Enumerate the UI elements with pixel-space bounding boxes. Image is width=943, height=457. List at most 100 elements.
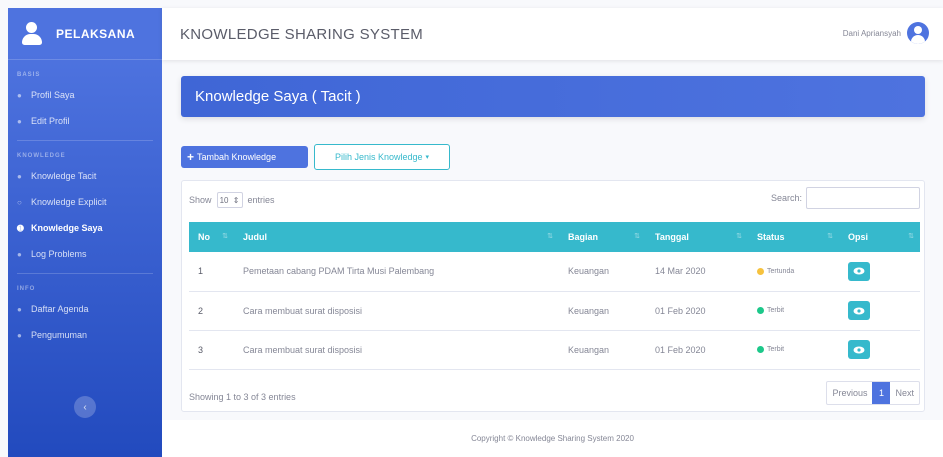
add-knowledge-button[interactable]: + Tambah Knowledge [181, 146, 308, 168]
status-badge: Terbit [757, 346, 839, 353]
view-button[interactable] [848, 340, 870, 359]
cell-status: Terbit [748, 330, 839, 369]
add-knowledge-label: Tambah Knowledge [197, 152, 277, 162]
table-row: 3 Cara membuat surat disposisi Keuangan … [189, 330, 920, 369]
sidebar-heading-basis: BASIS [17, 72, 41, 78]
caret-down-icon: ▾ [425, 154, 430, 161]
pagination: Previous 1 Next [826, 381, 920, 405]
cell-no: 2 [198, 305, 204, 316]
eye-icon [853, 267, 865, 275]
cell-no: 1 [198, 266, 204, 277]
sidebar-item-daftar-agenda[interactable]: ● Daftar Agenda [8, 296, 162, 322]
pagination-page-1[interactable]: 1 [872, 382, 891, 404]
knowledge-type-label: Pilih Jenis Knowledge [334, 152, 423, 162]
sidebar-heading-info: INFO [17, 286, 36, 292]
sidebar-item-label: Knowledge Tacit [31, 171, 97, 181]
clock-icon: ● [17, 304, 22, 314]
sidebar-divider [17, 273, 153, 274]
sort-icon: ⇅ [222, 233, 228, 240]
select-arrow-icon: ⇕ [232, 195, 240, 205]
cell-bagian: Keuangan [568, 305, 610, 316]
sidebar-item-log-problems[interactable]: ● Log Problems [8, 241, 162, 267]
table-header-row: No ⇅ Judul ⇅ Bagian ⇅ Tanggal ⇅ Status ⇅ Opsi… [189, 222, 920, 252]
sidebar-item-label: Knowledge Explicit [31, 197, 107, 207]
user-menu[interactable]: Dani Apriansyah [843, 22, 929, 44]
sidebar-item-knowledge-saya[interactable]: ➊ Knowledge Saya [8, 215, 162, 241]
info-circle-icon: ➊ [17, 223, 24, 233]
user-name: Dani Apriansyah [842, 28, 901, 38]
sidebar-item-pengumuman[interactable]: ● Pengumuman [8, 322, 162, 348]
entries-length-value: 10 [219, 195, 229, 205]
cell-no: 3 [198, 344, 204, 355]
pagination-previous-button[interactable]: Previous [827, 382, 872, 404]
view-button[interactable] [848, 261, 870, 281]
clock-icon: ● [17, 249, 22, 259]
table-search: Search: [771, 187, 920, 209]
sidebar-item-edit-profil[interactable]: ● Edit Profil [8, 108, 162, 134]
table-length-control: Show 10 ⇕ entries [189, 192, 275, 208]
sort-icon: ⇅ [908, 233, 914, 240]
sidebar-item-label: Knowledge Saya [31, 223, 103, 233]
sidebar: PELAKSANA BASIS ● Profil Saya ● Edit Pro… [8, 8, 162, 457]
user-circle-icon [907, 22, 929, 44]
cell-judul: Pemetaan cabang PDAM Tirta Musi Palemban… [243, 266, 435, 277]
table-row: 1 Pemetaan cabang PDAM Tirta Musi Palemb… [189, 252, 920, 291]
sort-icon: ⇅ [547, 233, 553, 240]
status-text: Tertunda [767, 267, 795, 275]
column-header-bagian[interactable]: Bagian ⇅ [559, 222, 646, 252]
page-title-text: Knowledge Saya ( Tacit ) [195, 88, 361, 105]
column-header-status[interactable]: Status ⇅ [748, 222, 839, 252]
sidebar-item-profil-saya[interactable]: ● Profil Saya [8, 82, 162, 108]
cell-judul: Cara membuat surat disposisi [243, 344, 363, 355]
plus-icon: + [187, 150, 195, 164]
entries-length-select[interactable]: 10 ⇕ [216, 192, 243, 208]
cell-tanggal: 01 Feb 2020 [655, 344, 706, 355]
status-badge: Terbit [757, 307, 839, 314]
column-header-no[interactable]: No ⇅ [189, 222, 234, 252]
cell-opsi [839, 252, 920, 291]
footer: Copyright © Knowledge Sharing System 202… [162, 420, 943, 457]
search-input[interactable] [806, 187, 920, 209]
sidebar-divider [17, 140, 153, 141]
sidebar-item-knowledge-tacit[interactable]: ● Knowledge Tacit [8, 163, 162, 189]
sidebar-toggle-button[interactable]: ‹ [74, 396, 96, 418]
pagination-next-button[interactable]: Next [890, 382, 919, 404]
cell-tanggal: 14 Mar 2020 [655, 266, 706, 277]
sort-icon: ⇅ [634, 233, 640, 240]
chevron-left-icon: ‹ [83, 401, 87, 413]
lightbulb-outline-icon: ○ [17, 197, 22, 207]
sidebar-brand[interactable]: PELAKSANA [8, 8, 162, 60]
status-dot-icon [757, 307, 764, 314]
status-badge: Tertunda [757, 267, 839, 275]
sidebar-item-label: Profil Saya [31, 90, 75, 100]
copyright-text: Copyright © Knowledge Sharing System 202… [471, 434, 634, 443]
table-info: Showing 1 to 3 of 3 entries [189, 392, 296, 402]
sidebar-item-label: Log Problems [31, 249, 87, 259]
table-row: 2 Cara membuat surat disposisi Keuangan … [189, 291, 920, 330]
page-title: Knowledge Saya ( Tacit ) [181, 76, 925, 117]
column-header-judul[interactable]: Judul ⇅ [234, 222, 559, 252]
column-header-opsi[interactable]: Opsi ⇅ [839, 222, 920, 252]
cell-tanggal: 01 Feb 2020 [655, 305, 706, 316]
view-button[interactable] [848, 301, 870, 320]
status-text: Terbit [767, 307, 785, 314]
knowledge-type-dropdown[interactable]: Pilih Jenis Knowledge ▾ [314, 144, 450, 170]
show-label: Show [189, 195, 212, 205]
cell-status: Tertunda [748, 252, 839, 291]
cell-opsi [839, 330, 920, 369]
column-header-tanggal[interactable]: Tanggal ⇅ [646, 222, 748, 252]
sidebar-item-knowledge-explicit[interactable]: ○ Knowledge Explicit [8, 189, 162, 215]
sidebar-item-label: Pengumuman [31, 330, 88, 340]
entries-label: entries [247, 195, 275, 205]
user-icon: ● [17, 90, 22, 100]
sidebar-item-label: Daftar Agenda [31, 304, 89, 314]
user-edit-icon: ● [17, 116, 22, 126]
sidebar-item-label: Edit Profil [31, 116, 70, 126]
sort-icon: ⇅ [736, 233, 742, 240]
topbar: KNOWLEDGE SHARING SYSTEM Dani Apriansyah [162, 8, 943, 60]
sort-icon: ⇅ [827, 233, 833, 240]
user-brand-icon [22, 21, 42, 46]
status-text: Terbit [767, 346, 785, 353]
knowledge-table: No ⇅ Judul ⇅ Bagian ⇅ Tanggal ⇅ Status ⇅ Opsi… [189, 222, 920, 370]
knowledge-table-card: Show 10 ⇕ entries Search: No ⇅ Judul ⇅ Bag… [181, 180, 925, 412]
